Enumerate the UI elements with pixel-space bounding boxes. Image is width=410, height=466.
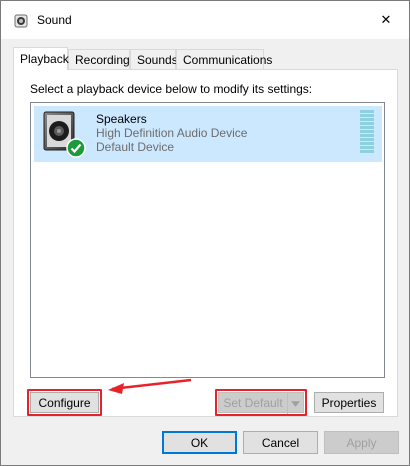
tab-playback[interactable]: Playback: [13, 47, 69, 70]
close-icon: ✕: [380, 12, 392, 27]
close-button[interactable]: ✕: [363, 1, 409, 39]
title-bar: Sound ✕: [1, 1, 409, 39]
apply-button[interactable]: Apply: [324, 431, 399, 454]
tab-recording[interactable]: Recording: [68, 49, 130, 69]
device-list[interactable]: Speakers High Definition Audio Device De…: [30, 102, 385, 378]
playback-panel: Select a playback device below to modify…: [13, 69, 398, 417]
device-item-speakers[interactable]: Speakers High Definition Audio Device De…: [34, 106, 382, 162]
sound-app-icon: [14, 14, 28, 28]
instruction-text: Select a playback device below to modify…: [30, 82, 313, 96]
tab-sounds[interactable]: Sounds: [130, 49, 178, 69]
device-name: Speakers: [96, 112, 147, 126]
ok-button[interactable]: OK: [162, 431, 237, 454]
device-status: Default Device: [96, 140, 175, 154]
configure-button[interactable]: Configure: [30, 392, 99, 413]
annotation-arrow-icon: [108, 378, 192, 394]
cancel-button[interactable]: Cancel: [243, 431, 318, 454]
volume-level-meter: [360, 110, 374, 156]
properties-button[interactable]: Properties: [314, 392, 384, 413]
window-title: Sound: [37, 13, 72, 27]
device-driver: High Definition Audio Device: [96, 126, 248, 140]
sound-dialog: Sound ✕ Playback Recording Sounds Commun…: [0, 0, 410, 466]
set-default-dropdown-arrow[interactable]: [287, 393, 303, 414]
checkmark-icon: [66, 138, 86, 158]
set-default-label: Set Default: [223, 395, 283, 410]
tab-communications[interactable]: Communications: [176, 49, 272, 69]
set-default-button[interactable]: Set Default: [218, 392, 304, 414]
chevron-down-icon: [291, 400, 300, 407]
